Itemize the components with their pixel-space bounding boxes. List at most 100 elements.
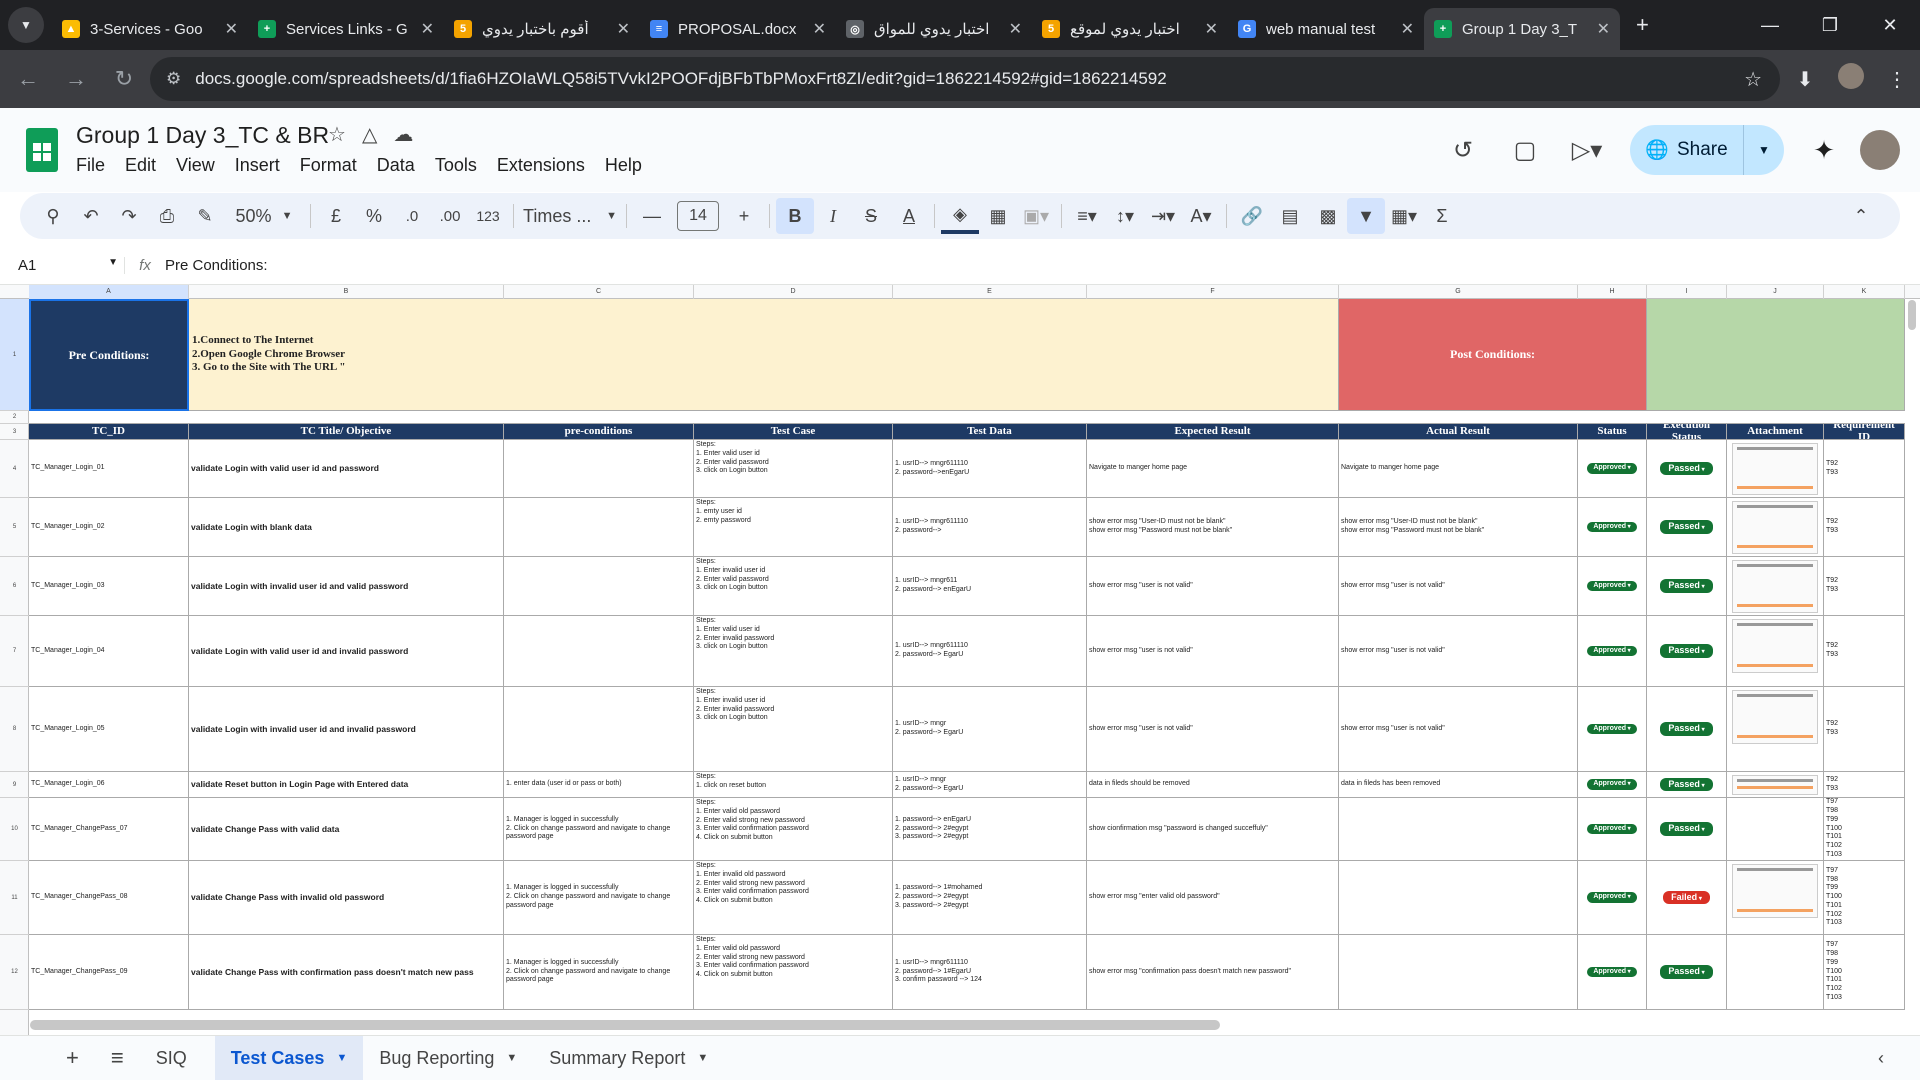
column-header[interactable]: A — [29, 285, 189, 299]
preconditions-cell[interactable] — [504, 557, 694, 616]
status-chip[interactable]: Approved — [1587, 779, 1637, 790]
row-header[interactable]: 9 — [0, 772, 29, 798]
column-title[interactable]: Expected Result — [1087, 424, 1339, 440]
execution-status-cell[interactable]: Passed — [1647, 616, 1727, 687]
attachment-cell[interactable] — [1727, 935, 1824, 1010]
expected-result-cell[interactable]: show error msg "enter valid old password… — [1087, 861, 1339, 935]
menu-view[interactable]: View — [176, 155, 215, 176]
tc-title-cell[interactable]: validate Reset button in Login Page with… — [189, 772, 504, 798]
font-select[interactable]: Times ... ▼ — [520, 198, 620, 234]
close-tab-icon[interactable]: ✕ — [1597, 19, 1610, 39]
column-header[interactable]: I — [1647, 285, 1727, 299]
paint-format-icon[interactable]: ✎ — [186, 198, 224, 234]
download-icon[interactable]: ⬇ — [1782, 67, 1828, 92]
status-cell[interactable]: Approved — [1578, 440, 1647, 498]
status-cell[interactable]: Approved — [1578, 772, 1647, 798]
insert-comment-icon[interactable]: ▤ — [1271, 198, 1309, 234]
test-data-cell[interactable]: 1. usrID--> mngr611110 2. password--> — [893, 498, 1087, 557]
increase-decimal-button[interactable]: .00 — [431, 198, 469, 234]
column-title[interactable]: Attachment — [1727, 424, 1824, 440]
menu-file[interactable]: File — [76, 155, 105, 176]
preconditions-cell[interactable] — [504, 440, 694, 498]
text-rotation-icon[interactable]: A▾ — [1182, 198, 1220, 234]
attachment-screenshot[interactable] — [1732, 501, 1818, 554]
test-data-cell[interactable]: 1. password--> 1#mohamed 2. password--> … — [893, 861, 1087, 935]
actual-result-cell[interactable]: data in fileds has been removed — [1339, 772, 1578, 798]
attachment-screenshot[interactable] — [1732, 619, 1818, 673]
status-cell[interactable]: Approved — [1578, 687, 1647, 772]
attachment-cell[interactable] — [1727, 498, 1824, 557]
sheet-tab-bug-reporting[interactable]: Bug Reporting ▼ — [363, 1036, 533, 1080]
vertical-align-icon[interactable]: ↕▾ — [1106, 198, 1144, 234]
increase-font-size-icon[interactable]: + — [725, 198, 763, 234]
test-data-cell[interactable]: 1. usrID--> mngr611110 2. password--> Eg… — [893, 616, 1087, 687]
column-title[interactable]: Execution Status — [1647, 424, 1727, 440]
preconditions-cell[interactable]: 1. Manager is logged in successfully 2. … — [504, 935, 694, 1010]
execution-status-cell[interactable]: Passed — [1647, 772, 1727, 798]
horizontal-align-icon[interactable]: ≡▾ — [1068, 198, 1106, 234]
requirement-id-cell[interactable]: T97 T98 T99 T100 T101 T102 T103 — [1824, 935, 1905, 1010]
status-cell[interactable]: Approved — [1578, 616, 1647, 687]
filter-icon[interactable]: ▼ — [1347, 198, 1385, 234]
browser-tab[interactable]: 5 أقوم باختبار يدوي ✕ — [444, 8, 640, 50]
column-header[interactable]: G — [1339, 285, 1578, 299]
close-window-icon[interactable]: ✕ — [1860, 15, 1920, 36]
expected-result-cell[interactable]: show error msg "User-ID must not be blan… — [1087, 498, 1339, 557]
execution-status-cell[interactable]: Passed — [1647, 498, 1727, 557]
attachment-cell[interactable] — [1727, 687, 1824, 772]
move-folder-icon[interactable]: △ — [362, 122, 377, 147]
preconditions-cell[interactable] — [504, 498, 694, 557]
menu-edit[interactable]: Edit — [125, 155, 156, 176]
attachment-screenshot[interactable] — [1732, 690, 1818, 744]
test-case-steps-cell[interactable]: Steps: 1. Enter valid old password 2. En… — [694, 935, 893, 1010]
fill-color-icon[interactable]: ◈ — [941, 198, 979, 234]
expected-result-cell[interactable]: show error msg "confirmation pass doesn'… — [1087, 935, 1339, 1010]
close-tab-icon[interactable]: ✕ — [421, 19, 434, 39]
preconditions-cell[interactable] — [504, 616, 694, 687]
menu-data[interactable]: Data — [377, 155, 415, 176]
column-title[interactable]: Test Case — [694, 424, 893, 440]
undo-icon[interactable]: ↶ — [72, 198, 110, 234]
text-color-icon[interactable]: A — [890, 198, 928, 234]
status-chip[interactable]: Approved — [1587, 892, 1637, 903]
requirement-id-cell[interactable]: T97 T98 T99 T100 T101 T102 T103 — [1824, 798, 1905, 861]
execution-status-chip[interactable]: Passed — [1660, 520, 1713, 534]
test-case-steps-cell[interactable]: Steps: 1. Enter valid user id 2. Enter v… — [694, 440, 893, 498]
tc-id-cell[interactable]: TC_Manager_Login_01 — [29, 440, 189, 498]
column-title[interactable]: Status — [1578, 424, 1647, 440]
reload-button[interactable]: ↻ — [104, 66, 144, 92]
test-data-cell[interactable]: 1. usrID--> mngr611110 2. password-->enE… — [893, 440, 1087, 498]
test-data-cell[interactable]: 1. usrID--> mngr 2. password--> EgarU — [893, 772, 1087, 798]
zoom-select[interactable]: 50% ▼ — [224, 198, 304, 234]
execution-status-chip[interactable]: Passed — [1660, 777, 1713, 792]
cloud-saved-icon[interactable]: ☁ — [393, 122, 413, 147]
status-chip[interactable]: Approved — [1587, 463, 1637, 474]
execution-status-chip[interactable]: Passed — [1660, 722, 1713, 736]
new-tab-button[interactable]: + — [1636, 12, 1649, 38]
execution-status-chip[interactable]: Passed — [1660, 579, 1713, 593]
preconditions-cell[interactable]: 1. Manager is logged in successfully 2. … — [504, 861, 694, 935]
expected-result-cell[interactable]: show error msg "user is not valid" — [1087, 687, 1339, 772]
execution-status-cell[interactable]: Passed — [1647, 935, 1727, 1010]
tc-id-cell[interactable]: TC_Manager_Login_05 — [29, 687, 189, 772]
italic-icon[interactable]: I — [814, 198, 852, 234]
requirement-id-cell[interactable]: T92 T93 — [1824, 498, 1905, 557]
decrease-decimal-button[interactable]: .0 — [393, 198, 431, 234]
row-header[interactable]: 10 — [0, 798, 29, 861]
back-button[interactable]: ← — [8, 66, 48, 92]
gemini-icon[interactable]: ✦ — [1796, 135, 1852, 166]
browser-tab[interactable]: + Group 1 Day 3_T ✕ — [1424, 8, 1620, 50]
column-header[interactable]: D — [694, 285, 893, 299]
column-header[interactable]: B — [189, 285, 504, 299]
tc-id-cell[interactable]: TC_Manager_Login_04 — [29, 616, 189, 687]
tc-id-cell[interactable]: TC_Manager_Login_06 — [29, 772, 189, 798]
status-cell[interactable]: Approved — [1578, 498, 1647, 557]
filter-views-icon[interactable]: ▦▾ — [1385, 198, 1423, 234]
sheets-logo-icon[interactable] — [26, 128, 58, 172]
expected-result-cell[interactable]: Navigate to manger home page — [1087, 440, 1339, 498]
status-chip[interactable]: Approved — [1587, 580, 1637, 592]
all-sheets-button[interactable]: ≡ — [95, 1036, 140, 1080]
column-title[interactable]: pre-conditions — [504, 424, 694, 440]
requirement-id-cell[interactable]: T92 T93 — [1824, 687, 1905, 772]
execution-status-cell[interactable]: Failed — [1647, 861, 1727, 935]
